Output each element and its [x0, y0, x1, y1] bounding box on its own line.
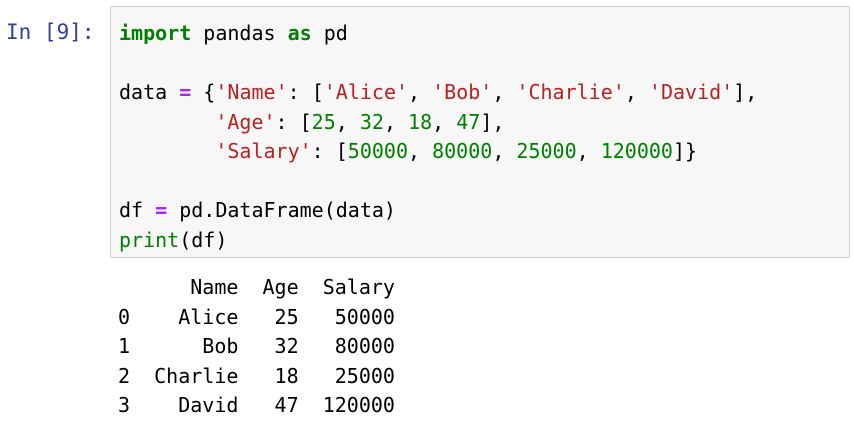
code-token: ,: [624, 80, 649, 104]
code-token: =: [155, 198, 168, 222]
code-token: : [: [287, 80, 324, 104]
output-line: Name Age Salary: [118, 275, 395, 299]
code-token: ,: [492, 80, 517, 104]
cell-output: Name Age Salary 0 Alice 25 50000 1 Bob 32 …: [118, 273, 395, 421]
code-token: 32: [359, 109, 384, 134]
code-token: ]}: [672, 139, 698, 163]
code-token: 'Charlie': [516, 80, 625, 104]
code-token: data: [119, 80, 180, 104]
code-token: 25000: [516, 139, 577, 163]
code-token: (df): [179, 227, 228, 252]
code-token: ,: [492, 139, 517, 163]
code-token: ],: [480, 109, 505, 134]
output-line: 3 David 47 120000: [118, 393, 395, 417]
code-token: ,: [383, 109, 409, 134]
output-line: 0 Alice 25 50000: [118, 304, 395, 329]
code-token: ,: [408, 80, 433, 104]
code-token: ,: [432, 109, 457, 134]
code-line: 'Salary': [50000, 80000, 25000, 120000]}: [119, 137, 757, 167]
code-token: 18: [408, 109, 433, 134]
code-token: pd: [311, 21, 348, 45]
code-token: 25: [311, 109, 336, 134]
code-token: ],: [733, 80, 758, 104]
code-token: ,: [408, 139, 433, 163]
code-line: import pandas as pd: [119, 19, 757, 49]
code-token: 47: [456, 109, 481, 134]
code-token: =: [179, 80, 192, 104]
code-editor[interactable]: import pandas as pd data = {'Name': ['Ali…: [119, 19, 757, 255]
code-token: as: [287, 21, 312, 45]
code-token: print: [119, 227, 180, 252]
code-line: df = pd.DataFrame(data): [119, 196, 757, 226]
code-token: 'Salary': [215, 139, 312, 163]
code-token: ,: [576, 139, 601, 163]
code-token: : [: [275, 109, 312, 134]
output-line: 2 Charlie 18 25000: [118, 363, 395, 388]
code-token: : [: [311, 139, 348, 163]
code-token: {: [191, 80, 216, 104]
code-input-area[interactable]: import pandas as pd data = {'Name': ['Ali…: [110, 6, 850, 258]
code-line: print(df): [119, 226, 757, 256]
code-token: pd.DataFrame(data): [167, 198, 396, 222]
code-token: 120000: [600, 139, 673, 163]
code-token: 'Name': [215, 80, 288, 104]
code-token: 80000: [432, 139, 493, 163]
code-line: 'Age': [25, 32, 18, 47],: [119, 108, 757, 138]
code-token: pandas: [191, 21, 288, 45]
code-token: 'Bob': [432, 80, 493, 104]
code-token: 50000: [347, 139, 408, 163]
output-line: 1 Bob 32 80000: [118, 334, 395, 358]
code-token: ,: [335, 109, 360, 134]
input-prompt: In [9]:: [6, 20, 95, 44]
code-token: df: [119, 198, 156, 222]
code-token: 'Alice': [323, 80, 409, 104]
code-token: 'Age': [215, 109, 276, 134]
code-token: import: [119, 21, 192, 45]
code-token: 'David': [648, 80, 734, 104]
notebook-code-cell: In [9]: import pandas as pd data = {'Name…: [0, 0, 854, 428]
code-line: data = {'Name': ['Alice', 'Bob', 'Charli…: [119, 78, 757, 108]
